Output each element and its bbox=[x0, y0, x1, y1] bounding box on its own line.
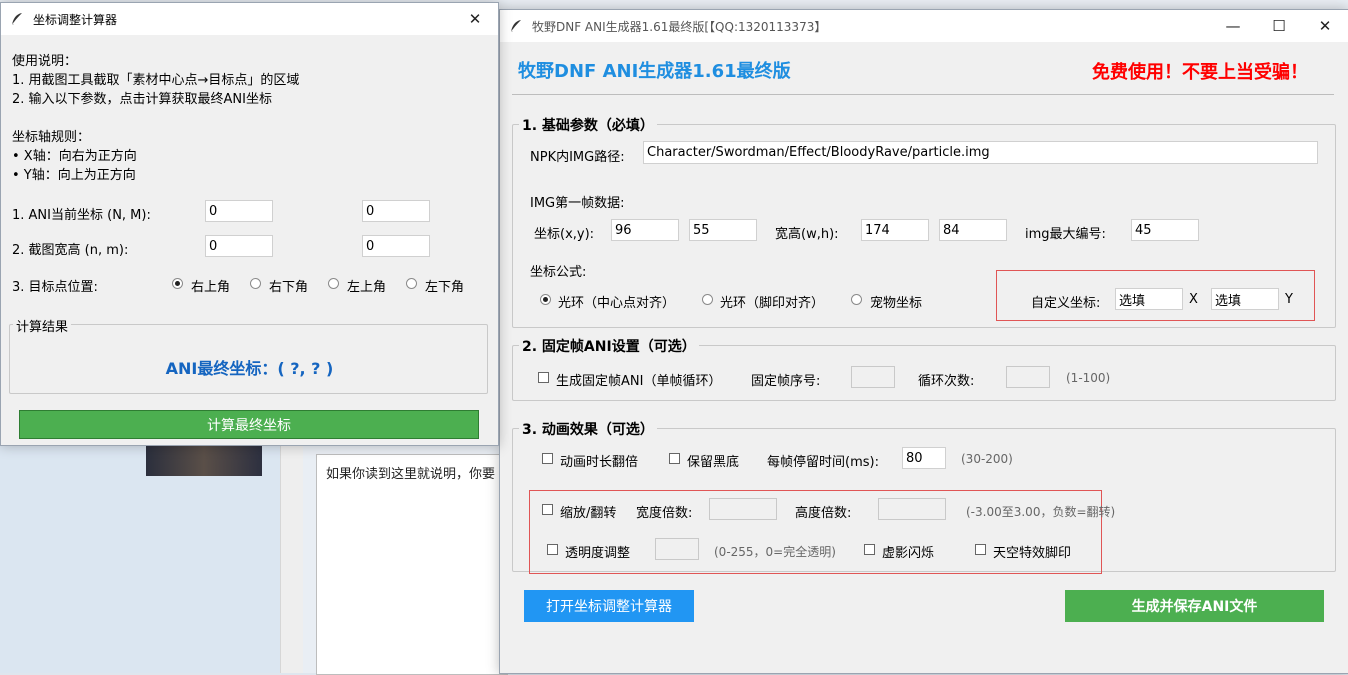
target-top-right-radio[interactable] bbox=[172, 278, 183, 289]
feather-icon bbox=[510, 20, 521, 33]
wh-label: 宽高(w,h): bbox=[775, 227, 839, 242]
width-ratio-input[interactable] bbox=[709, 498, 777, 520]
calc-titlebar: 坐标调整计算器 ✕ bbox=[1, 3, 498, 35]
ghost-label[interactable]: 虚影闪烁 bbox=[882, 542, 934, 561]
anim-effect-title: 3. 动画效果（可选） bbox=[519, 419, 657, 439]
formula-foot-label[interactable]: 光环（脚印对齐） bbox=[720, 292, 824, 311]
delay-hint: (30-200) bbox=[961, 452, 1013, 466]
keep-black-label[interactable]: 保留黑底 bbox=[687, 451, 739, 470]
maximize-button[interactable]: ☐ bbox=[1256, 10, 1302, 42]
background-textbox-text: 如果你读到这里就说明，你要 bbox=[326, 467, 496, 482]
warning-text: 免费使用！不要上当受骗！ bbox=[1092, 62, 1308, 83]
main-window-title: 牧野DNF ANI生成器1.61最终版[【QQ:1320113373】 bbox=[532, 19, 827, 34]
fixed-frame-title: 2. 固定帧ANI设置（可选） bbox=[519, 336, 699, 356]
scale-flip-label[interactable]: 缩放/翻转 bbox=[560, 502, 616, 521]
calc-close-button[interactable]: ✕ bbox=[452, 3, 498, 35]
xy-label: 坐标(x,y): bbox=[534, 227, 595, 242]
sky-checkbox[interactable] bbox=[975, 544, 986, 555]
loop-hint: (1-100) bbox=[1066, 371, 1111, 385]
usage-line-2: 2. 输入以下参数，点击计算获取最终ANI坐标 bbox=[12, 92, 272, 107]
formula-center-radio[interactable] bbox=[540, 294, 551, 305]
delay-input[interactable] bbox=[902, 447, 946, 469]
target-bottom-right-radio[interactable] bbox=[250, 278, 261, 289]
first-frame-label: IMG第一帧数据: bbox=[530, 196, 625, 211]
width-ratio-label: 宽度倍数: bbox=[636, 506, 693, 521]
shot-m-input[interactable] bbox=[362, 235, 430, 257]
feather-icon bbox=[11, 13, 22, 26]
basic-params-title: 1. 基础参数（必填） bbox=[519, 115, 657, 135]
usage-title: 使用说明： bbox=[12, 54, 78, 69]
delay-label: 每帧停留时间(ms): bbox=[767, 455, 879, 470]
custom-y-suffix: Y bbox=[1285, 292, 1293, 307]
h-input[interactable] bbox=[939, 219, 1007, 241]
alpha-checkbox[interactable] bbox=[547, 544, 558, 555]
ani-coord-label: 1. ANI当前坐标 (N, M): bbox=[12, 208, 151, 223]
custom-coord-label: 自定义坐标: bbox=[1031, 296, 1101, 311]
minimize-button[interactable]: — bbox=[1210, 10, 1256, 42]
shot-size-label: 2. 截图宽高 (n, m): bbox=[12, 243, 129, 258]
formula-center-label[interactable]: 光环（中心点对齐） bbox=[558, 292, 675, 311]
target-bottom-left-label[interactable]: 左下角 bbox=[425, 276, 464, 295]
target-bottom-right-label[interactable]: 右下角 bbox=[269, 276, 308, 295]
close-button[interactable]: ✕ bbox=[1302, 10, 1348, 42]
background-textbox[interactable] bbox=[316, 454, 508, 675]
header-divider bbox=[512, 94, 1334, 95]
target-top-left-radio[interactable] bbox=[328, 278, 339, 289]
ratio-hint: (-3.00至3.00，负数=翻转) bbox=[966, 505, 1116, 519]
formula-label: 坐标公式: bbox=[530, 265, 587, 280]
scale-flip-checkbox[interactable] bbox=[542, 504, 553, 515]
target-bottom-left-radio[interactable] bbox=[406, 278, 417, 289]
usage-line-1: 1. 用截图工具截取「素材中心点→目标点」的区域 bbox=[12, 73, 300, 88]
gen-fixed-label[interactable]: 生成固定帧ANI（单帧循环） bbox=[556, 370, 721, 389]
app-heading: 牧野DNF ANI生成器1.61最终版 bbox=[518, 61, 791, 82]
axis-y-rule: • Y轴：向上为正方向 bbox=[12, 168, 136, 183]
frame-no-label: 固定帧序号: bbox=[751, 374, 821, 389]
background-scroll-area bbox=[280, 440, 303, 673]
calculator-window: 坐标调整计算器 ✕ 使用说明： 1. 用截图工具截取「素材中心点→目标点」的区域… bbox=[0, 2, 499, 446]
target-top-right-label[interactable]: 右上角 bbox=[191, 276, 230, 295]
formula-pet-label[interactable]: 宠物坐标 bbox=[870, 292, 922, 311]
ghost-checkbox[interactable] bbox=[864, 544, 875, 555]
loop-input[interactable] bbox=[1006, 366, 1050, 388]
generate-save-button[interactable]: 生成并保存ANI文件 bbox=[1065, 590, 1324, 622]
y-input[interactable] bbox=[689, 219, 757, 241]
alpha-label[interactable]: 透明度调整 bbox=[565, 542, 630, 561]
ani-n-input[interactable] bbox=[205, 200, 273, 222]
gen-fixed-checkbox[interactable] bbox=[538, 372, 549, 383]
calc-window-title: 坐标调整计算器 bbox=[33, 12, 118, 27]
custom-x-suffix: X bbox=[1189, 292, 1198, 307]
main-window: 牧野DNF ANI生成器1.61最终版[【QQ:1320113373】 — ☐ … bbox=[499, 9, 1348, 674]
axis-title: 坐标轴规则： bbox=[12, 130, 91, 145]
formula-pet-radio[interactable] bbox=[851, 294, 862, 305]
max-index-input[interactable] bbox=[1131, 219, 1199, 241]
target-label: 3. 目标点位置: bbox=[12, 280, 98, 295]
ani-m-input[interactable] bbox=[362, 200, 430, 222]
result-text: ANI最终坐标：( ?, ? ) bbox=[165, 359, 334, 378]
height-ratio-label: 高度倍数: bbox=[795, 506, 852, 521]
alpha-hint: (0-255，0=完全透明) bbox=[714, 545, 836, 559]
calculate-button[interactable]: 计算最终坐标 bbox=[19, 410, 479, 439]
sky-label[interactable]: 天空特效脚印 bbox=[993, 542, 1071, 561]
custom-x-input[interactable] bbox=[1115, 288, 1183, 310]
formula-foot-radio[interactable] bbox=[702, 294, 713, 305]
shot-n-input[interactable] bbox=[205, 235, 273, 257]
double-duration-label[interactable]: 动画时长翻倍 bbox=[560, 451, 638, 470]
x-input[interactable] bbox=[611, 219, 679, 241]
custom-y-input[interactable] bbox=[1211, 288, 1279, 310]
npk-path-label: NPK内IMG路径: bbox=[530, 150, 625, 165]
open-calculator-button[interactable]: 打开坐标调整计算器 bbox=[524, 590, 694, 622]
npk-path-input[interactable] bbox=[643, 141, 1318, 164]
keep-black-checkbox[interactable] bbox=[669, 453, 680, 464]
loop-label: 循环次数: bbox=[918, 374, 975, 389]
double-duration-checkbox[interactable] bbox=[542, 453, 553, 464]
frame-no-input[interactable] bbox=[851, 366, 895, 388]
result-group-title: 计算结果 bbox=[13, 316, 72, 335]
max-index-label: img最大编号: bbox=[1025, 227, 1106, 242]
alpha-input[interactable] bbox=[655, 538, 699, 560]
height-ratio-input[interactable] bbox=[878, 498, 946, 520]
w-input[interactable] bbox=[861, 219, 929, 241]
axis-x-rule: • X轴：向右为正方向 bbox=[12, 149, 137, 164]
main-titlebar: 牧野DNF ANI生成器1.61最终版[【QQ:1320113373】 — ☐ … bbox=[500, 10, 1348, 42]
target-top-left-label[interactable]: 左上角 bbox=[347, 276, 386, 295]
